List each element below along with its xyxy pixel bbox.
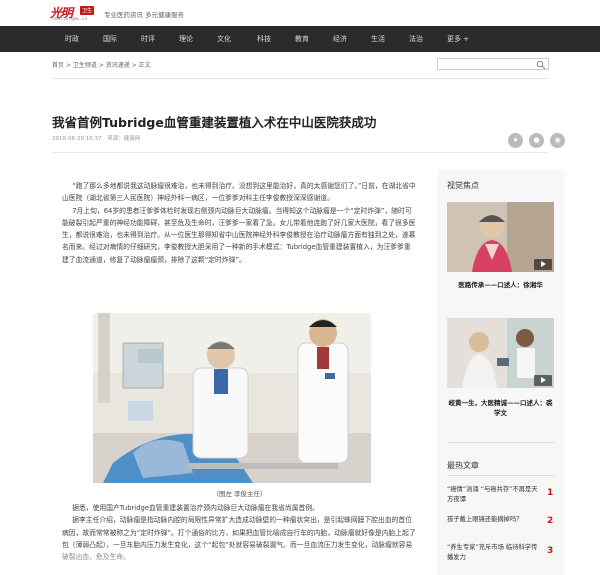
nav-item-economy[interactable]: 经济 [326,26,354,52]
article-meta: 2018-08-20 16:37 来源：健康网 [52,134,140,142]
logo-badge: 卫生 [80,6,95,15]
article-paragraph: 据悉，使用国产Tubridge血管重建装置治疗颈内动脉巨大动脉瘤在我省尚属首例。 [72,504,319,512]
hot-heading: 最热文章 [447,461,479,470]
article-title: 我省首例Tubridge血管重建装置植入术在中山医院获成功 [52,115,377,130]
title-divider [52,152,549,153]
search-input[interactable] [437,58,549,70]
nav-item-commentary[interactable]: 时评 [134,26,162,52]
read-more-fade [52,545,427,575]
article-photo [93,313,371,483]
logo-domain: health.gmw.cn [52,17,88,22]
breadcrumb-news[interactable]: 资讯速递 [106,62,130,69]
hot-rank: 1 [547,488,554,498]
hot-article-link[interactable]: 孩子戴上眼镜还能摘掉吗？ [447,515,542,525]
breadcrumb-home[interactable]: 首页 [52,62,64,69]
site-logo[interactable]: 光明 卫生 health.gmw.cn [50,4,98,22]
nav-item-education[interactable]: 教育 [288,26,316,52]
nav-item-law[interactable]: 法治 [402,26,430,52]
site-slogan: 专业医药资讯 多元健康服务 [104,11,185,19]
nav-item-more[interactable]: 更多 + [440,26,476,52]
nav-item-tech[interactable]: 科技 [250,26,278,52]
sidebar-divider [447,475,554,476]
site-header: 光明 卫生 health.gmw.cn 专业医药资讯 多元健康服务 [0,0,600,26]
play-icon[interactable] [534,375,552,386]
header-divider [52,78,549,79]
article-paragraph: “跑了那么多地都说我这动脉瘤很难治，也未得到治疗。没想到这里能治好，真的太感谢您… [62,182,416,203]
play-icon[interactable] [534,259,552,270]
nav-item-life[interactable]: 生活 [364,26,392,52]
video-thumbnail[interactable] [447,318,554,388]
wechat-icon[interactable]: ● [529,133,544,148]
nav-item-theory[interactable]: 理论 [172,26,200,52]
article-date: 2018-08-20 16:37 [52,136,102,142]
sidebar-divider [447,442,554,443]
breadcrumb-health[interactable]: 卫生频道 [73,62,97,69]
photo-caption: （图左 李俊主任） [212,490,267,498]
sidebar: 视觉焦点 医路传承——口述人：徐湘华 岐黄一生，大医精诚——口述人：裘学文 最热… [437,170,564,575]
weibo-icon[interactable]: ◉ [550,133,565,148]
hot-rank: 2 [547,516,554,526]
hot-article-link[interactable]: “养生专家”充斥市场 临待科学传播发力 [447,543,542,562]
main-nav: 时政 国际 时评 理论 文化 科技 教育 经济 生活 法治 更多 + [0,26,600,52]
nav-item-culture[interactable]: 文化 [210,26,238,52]
breadcrumb-current: 正文 [138,62,151,69]
article-body: “跑了那么多地都说我这动脉瘤很难治，也未得到治疗。没想到这里能治好，真的太感谢您… [62,180,417,266]
breadcrumb: 首页 > 卫生频道 > 资讯速递 > 正文 [52,62,151,69]
video-caption[interactable]: 医路传承——口述人：徐湘华 [447,280,554,290]
hot-article-link[interactable]: “癌情”汹涌 “与癌共存”不再是天方夜谭 [447,485,542,504]
video-caption[interactable]: 岐黄一生，大医精诚——口述人：裘学文 [447,398,554,418]
nav-item-international[interactable]: 国际 [96,26,124,52]
share-icon[interactable]: ★ [508,133,523,148]
video-thumbnail[interactable] [447,202,554,272]
article-source: 来源：健康网 [107,136,141,142]
article-paragraph: 7月上旬，64岁的患者汪爹爹体检时发现右侧颈内动脉巨大动脉瘤。当得知这个动脉瘤是… [62,206,416,264]
search-icon[interactable] [536,60,546,70]
nav-item-politics[interactable]: 时政 [58,26,86,52]
hot-rank: 3 [547,546,554,556]
video-heading: 视觉焦点 [447,181,479,190]
